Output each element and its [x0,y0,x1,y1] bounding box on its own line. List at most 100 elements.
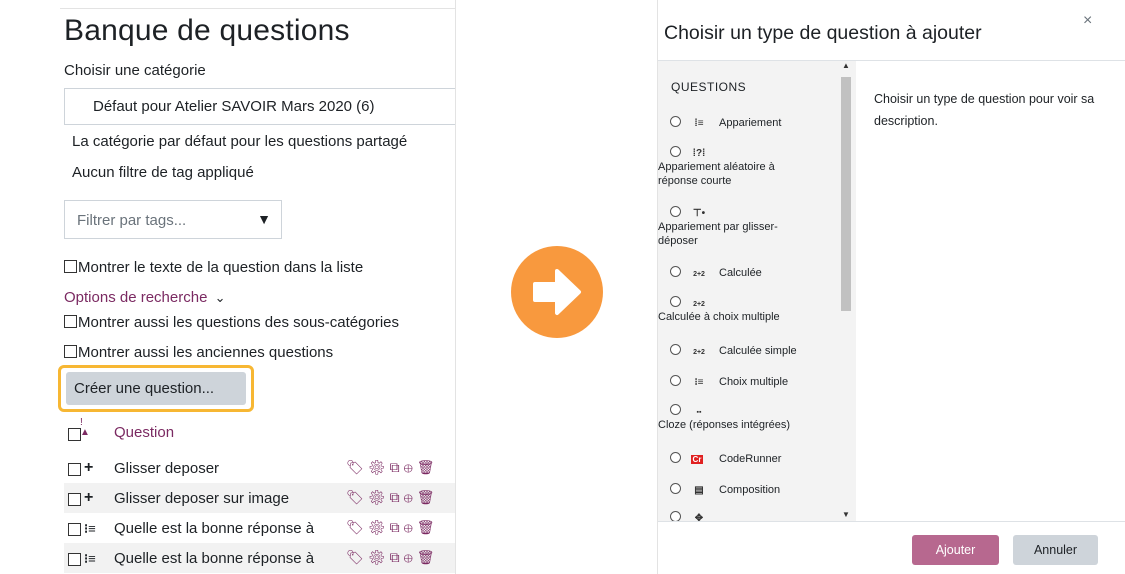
duplicate-icon[interactable]: ⧉ [390,459,404,475]
dialog-title: Choisir un type de question à ajouter [664,22,982,44]
chevron-down-icon: ⌄ [214,290,226,305]
caret-down-icon: ▼ [257,211,271,227]
duplicate-icon[interactable]: ⧉ [390,489,404,505]
type-option-coderunner[interactable]: Cr CodeRunner [670,452,781,465]
show-subcats-option[interactable]: Montrer aussi les questions des sous-cat… [64,314,399,331]
delete-icon[interactable]: 🗑 [417,459,439,475]
duplicate-icon[interactable]: ⧉ [390,549,404,565]
row-actions[interactable]: 🏷⚙⧉⊕🗑 [344,489,439,506]
radio-button[interactable] [670,483,681,494]
type-label: Calculée simple [719,345,797,357]
radio-button[interactable] [670,375,681,386]
show-old-checkbox[interactable] [64,345,77,358]
type-label: Calculée à choix multiple [658,311,780,323]
gear-icon[interactable]: ⚙ [368,549,390,565]
divider [658,521,1125,522]
delete-icon[interactable]: 🗑 [417,519,439,535]
row-actions[interactable]: 🏷⚙⧉⊕🗑 [344,459,439,476]
create-question-button[interactable]: Créer une question... [66,372,246,405]
random-matching-icon: ⁞?⁞ [692,148,706,159]
radio-button[interactable] [670,146,681,157]
type-option-appariement[interactable]: ⁞≡ Appariement [670,116,781,129]
show-subcats-checkbox[interactable] [64,315,77,328]
show-text-checkbox[interactable] [64,260,77,273]
divider [60,8,455,9]
category-select[interactable]: Défaut pour Atelier SAVOIR Mars 2020 (6) [64,88,455,125]
type-label: CodeRunner [719,453,782,465]
question-name: Quelle est la bonne réponse à [114,550,315,567]
create-question-highlight: Créer une question... [58,365,254,412]
table-row[interactable]: + Glisser deposer sur image 🏷⚙⧉⊕🗑 [64,483,455,513]
question-table-header: ! ▲ Question [66,418,455,448]
type-option-multichoice[interactable]: ⁝≡ Choix multiple [670,375,788,388]
type-option-calculated-simple[interactable]: 2+2 Calculée simple [670,344,797,357]
tag-filter-select[interactable]: Filtrer par tags... ▼ [64,200,282,239]
radio-button[interactable] [670,404,681,415]
drag-drop-icon: ⊤• [692,208,706,219]
cancel-button[interactable]: Annuler [1013,535,1098,565]
radio-button[interactable] [670,206,681,217]
row-actions[interactable]: 🏷⚙⧉⊕🗑 [344,549,439,566]
type-option-calculated[interactable]: 2+2 Calculée [670,266,762,279]
radio-button[interactable] [670,296,681,307]
scrollbar[interactable]: ▲ ▼ [839,61,853,521]
radio-button[interactable] [670,344,681,355]
essay-icon: ▤ [694,485,704,496]
multichoice-icon: ⁝≡ [694,377,704,388]
preview-icon[interactable]: ⊕ [404,489,417,505]
gear-icon[interactable]: ⚙ [368,489,390,505]
add-button[interactable]: Ajouter [912,535,999,565]
type-label: Appariement [719,117,782,129]
row-checkbox[interactable] [68,463,81,476]
tag-icon[interactable]: 🏷 [346,489,368,505]
row-checkbox[interactable] [68,523,81,536]
column-question[interactable]: Question [114,424,174,441]
cloze-icon: ▪▪ [696,409,702,416]
delete-icon[interactable]: 🗑 [417,489,439,505]
type-label: Calculée [719,267,762,279]
type-option-calculated-multichoice[interactable]: 2+2 Calculée à choix multiple [658,296,808,324]
question-type-icon: + [84,459,94,476]
type-option-essay[interactable]: ▤ Composition [670,483,780,496]
row-checkbox[interactable] [68,493,81,506]
tag-icon[interactable]: 🏷 [346,459,368,475]
question-bank-panel: Banque de questions Choisir une catégori… [0,0,456,574]
tag-filter-placeholder: Filtrer par tags... [77,212,187,229]
radio-button[interactable] [670,116,681,127]
search-options-label: Options de recherche [64,289,208,306]
tag-filter-status: Aucun filtre de tag appliqué [72,164,254,181]
show-text-option[interactable]: Montrer le texte de la question dans la … [64,259,363,276]
table-row[interactable]: ⁝≡ Quelle est la bonne réponse à 🏷⚙⧉⊕🗑 [64,543,455,573]
preview-icon[interactable]: ⊕ [404,459,417,475]
show-text-label: Montrer le texte de la question dans la … [78,259,364,276]
tag-icon[interactable]: 🏷 [346,549,368,565]
search-options-toggle[interactable]: Options de recherche ⌄ [64,289,226,306]
row-checkbox[interactable] [68,553,81,566]
table-row[interactable]: + Glisser deposer 🏷⚙⧉⊕🗑 [64,453,455,483]
type-label: Appariement aléatoire à réponse courte [658,161,775,187]
row-actions[interactable]: 🏷⚙⧉⊕🗑 [344,519,439,536]
type-option-partial[interactable]: ✥ [670,511,719,524]
show-subcats-label: Montrer aussi les questions des sous-cat… [78,314,399,331]
show-old-label: Montrer aussi les anciennes questions [78,344,334,361]
tag-icon[interactable]: 🏷 [346,519,368,535]
type-option-drag-drop-matching[interactable]: ⊤• Appariement par glisser-déposer [658,206,808,248]
gear-icon[interactable]: ⚙ [368,519,390,535]
gear-icon[interactable]: ⚙ [368,459,390,475]
show-old-option[interactable]: Montrer aussi les anciennes questions [64,344,333,361]
delete-icon[interactable]: 🗑 [417,549,439,565]
preview-icon[interactable]: ⊕ [404,549,417,565]
close-icon[interactable]: × [1083,12,1092,30]
duplicate-icon[interactable]: ⧉ [390,519,404,535]
scrollbar-thumb[interactable] [841,77,851,311]
type-option-cloze[interactable]: ▪▪ Cloze (réponses intégrées) [658,404,808,432]
radio-button[interactable] [670,266,681,277]
type-option-random-short-answer[interactable]: ⁞?⁞ Appariement aléatoire à réponse cour… [658,146,808,188]
scroll-up-icon[interactable]: ▲ [842,61,850,70]
table-row[interactable]: ⁝≡ Quelle est la bonne réponse à 🏷⚙⧉⊕🗑 [64,513,455,543]
preview-icon[interactable]: ⊕ [404,519,417,535]
create-question-label: Créer une question... [74,380,215,397]
scroll-down-icon[interactable]: ▼ [842,510,850,519]
radio-button[interactable] [670,452,681,463]
type-label: Composition [719,484,781,496]
